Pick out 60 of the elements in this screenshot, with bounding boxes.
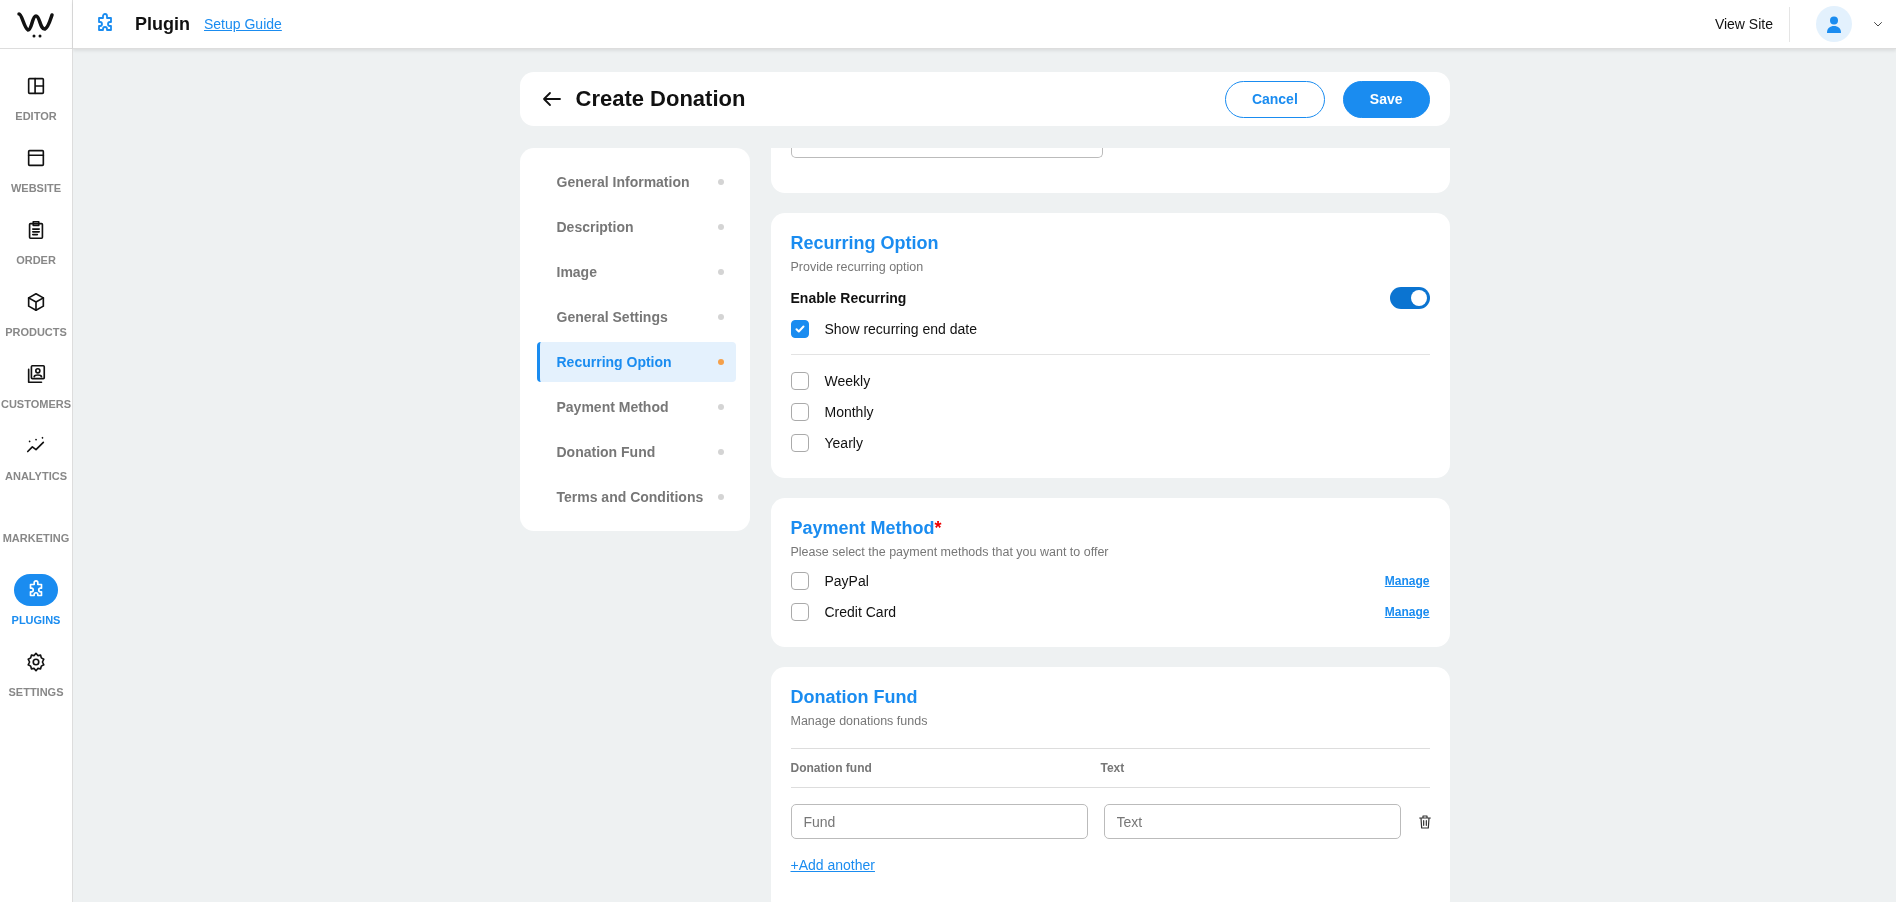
fund-input[interactable]: Fund [790, 804, 1088, 839]
logo-icon[interactable] [16, 9, 56, 39]
checkbox-label: Credit Card [824, 603, 897, 620]
manage-link[interactable]: Manage [1384, 573, 1430, 588]
settings-icon [25, 651, 47, 673]
manage-link[interactable]: Manage [1384, 604, 1430, 619]
checkbox[interactable] [790, 402, 809, 421]
checkbox[interactable] [790, 433, 809, 452]
page-title: Plugin [135, 13, 190, 35]
view-site-link[interactable]: View Site [1714, 6, 1790, 42]
checkbox-label: Monthly [824, 403, 874, 420]
section-subtitle: Provide recurring option [790, 260, 925, 274]
trash-icon [1416, 813, 1433, 830]
toggle-switch[interactable] [1389, 286, 1430, 309]
sidebar-item[interactable]: EDITOR [8, 69, 64, 141]
form-title: Create Donation [575, 86, 746, 112]
sidebar-item[interactable]: PRODUCTS [0, 285, 73, 357]
column-header: Donation fund [790, 761, 873, 775]
section-nav-item[interactable]: Payment Method [536, 387, 736, 427]
checkbox-label: Yearly [824, 434, 863, 451]
cube-icon [25, 291, 47, 313]
layout-icon [25, 75, 47, 97]
checkbox[interactable] [790, 602, 809, 621]
checkmark-icon [793, 322, 806, 335]
section-nav-item[interactable]: Donation Fund [536, 432, 736, 472]
sidebar-item[interactable]: CUSTOMERS [0, 357, 78, 429]
text-field[interactable] [790, 148, 1103, 158]
save-button[interactable]: Save [1342, 80, 1430, 118]
checkbox[interactable] [790, 371, 809, 390]
text-input[interactable]: Text [1103, 804, 1401, 839]
section-title: Payment Method* [790, 518, 943, 539]
section-nav-item[interactable]: General Settings [536, 297, 736, 337]
setup-guide-link[interactable]: Setup Guide [204, 16, 282, 32]
sidebar-item[interactable]: PLUGINS [5, 573, 67, 645]
section-nav-item[interactable]: Image [536, 252, 736, 292]
checkbox-label: Weekly [824, 372, 871, 389]
contact-card-icon [25, 363, 47, 385]
sidebar-item[interactable]: ANALYTICS [0, 429, 73, 501]
browser-window-icon [25, 147, 47, 169]
checkbox-label: Show recurring end date [824, 320, 978, 337]
section-title: Recurring Option [790, 233, 940, 254]
sidebar-item[interactable]: ORDER [8, 213, 64, 285]
section-subtitle: Please select the payment methods that you want to offer [790, 545, 1110, 559]
section-nav-item[interactable]: General Information [536, 162, 736, 202]
add-another-link[interactable]: +Add another [790, 857, 875, 873]
avatar[interactable] [1816, 6, 1852, 42]
column-header: Text [1100, 761, 1126, 775]
checkbox[interactable] [790, 319, 809, 338]
section-nav-item[interactable]: Terms and Conditions [536, 477, 736, 517]
section-nav-item[interactable]: Description [536, 207, 736, 247]
sidebar-item[interactable]: WEBSITE [4, 141, 68, 213]
sidebar-item[interactable]: MARKETING [0, 501, 76, 573]
sidebar-item[interactable]: SETTINGS [2, 645, 70, 717]
section-title: Donation Fund [790, 687, 919, 708]
toggle-label: Enable Recurring [790, 289, 907, 306]
checkbox-label: PayPal [824, 572, 869, 589]
cancel-button[interactable]: Cancel [1224, 80, 1325, 118]
section-subtitle: Manage donations funds [790, 714, 929, 728]
section-nav-item[interactable]: Recurring Option [536, 342, 736, 382]
checkbox[interactable] [790, 571, 809, 590]
